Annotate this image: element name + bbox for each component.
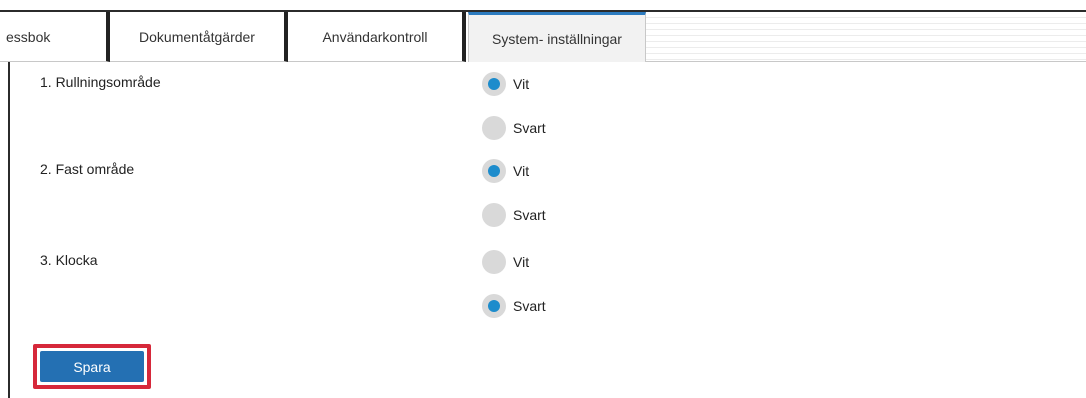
tab-address-book[interactable]: essbok — [0, 12, 110, 62]
radio-label: Svart — [513, 298, 546, 314]
radio-button[interactable] — [482, 203, 506, 227]
radio-button[interactable] — [482, 294, 506, 318]
setting-label-fixed-area: 2. Fast område — [40, 161, 135, 177]
radio-button[interactable] — [482, 72, 506, 96]
tab-system-settings[interactable]: System- inställningar — [468, 12, 646, 62]
radio-label: Vit — [513, 76, 530, 92]
radio-button[interactable] — [482, 159, 506, 183]
content-left-border — [8, 62, 10, 398]
radio-label: Svart — [513, 207, 546, 223]
radio-button[interactable] — [482, 250, 506, 274]
settings-page: essbok Dokumentåtgärder Användarkontroll… — [0, 0, 1086, 398]
tab-bar: essbok Dokumentåtgärder Användarkontroll… — [0, 10, 1086, 62]
radio-clock-black[interactable]: Svart — [482, 293, 546, 319]
tab-bar-filler — [646, 12, 1086, 62]
tab-document-actions[interactable]: Dokumentåtgärder — [110, 12, 288, 62]
tab-label: System- inställningar — [492, 30, 622, 47]
radio-fixed-area-white[interactable]: Vit — [482, 158, 529, 184]
setting-label-clock: 3. Klocka — [40, 252, 98, 268]
radio-clock-white[interactable]: Vit — [482, 249, 529, 275]
setting-label-scroll-area: 1. Rullningsområde — [40, 74, 161, 90]
radio-label: Vit — [513, 163, 530, 179]
radio-label: Vit — [513, 254, 530, 270]
tab-label: Dokumentåtgärder — [139, 28, 255, 45]
tab-label: essbok — [6, 28, 51, 45]
tab-label: Användarkontroll — [322, 28, 428, 45]
radio-scroll-area-black[interactable]: Svart — [482, 115, 546, 141]
radio-button[interactable] — [482, 116, 506, 140]
radio-fixed-area-black[interactable]: Svart — [482, 202, 546, 228]
tab-user-control[interactable]: Användarkontroll — [288, 12, 466, 62]
radio-scroll-area-white[interactable]: Vit — [482, 71, 529, 97]
radio-label: Svart — [513, 120, 546, 136]
save-button[interactable]: Spara — [40, 351, 144, 382]
